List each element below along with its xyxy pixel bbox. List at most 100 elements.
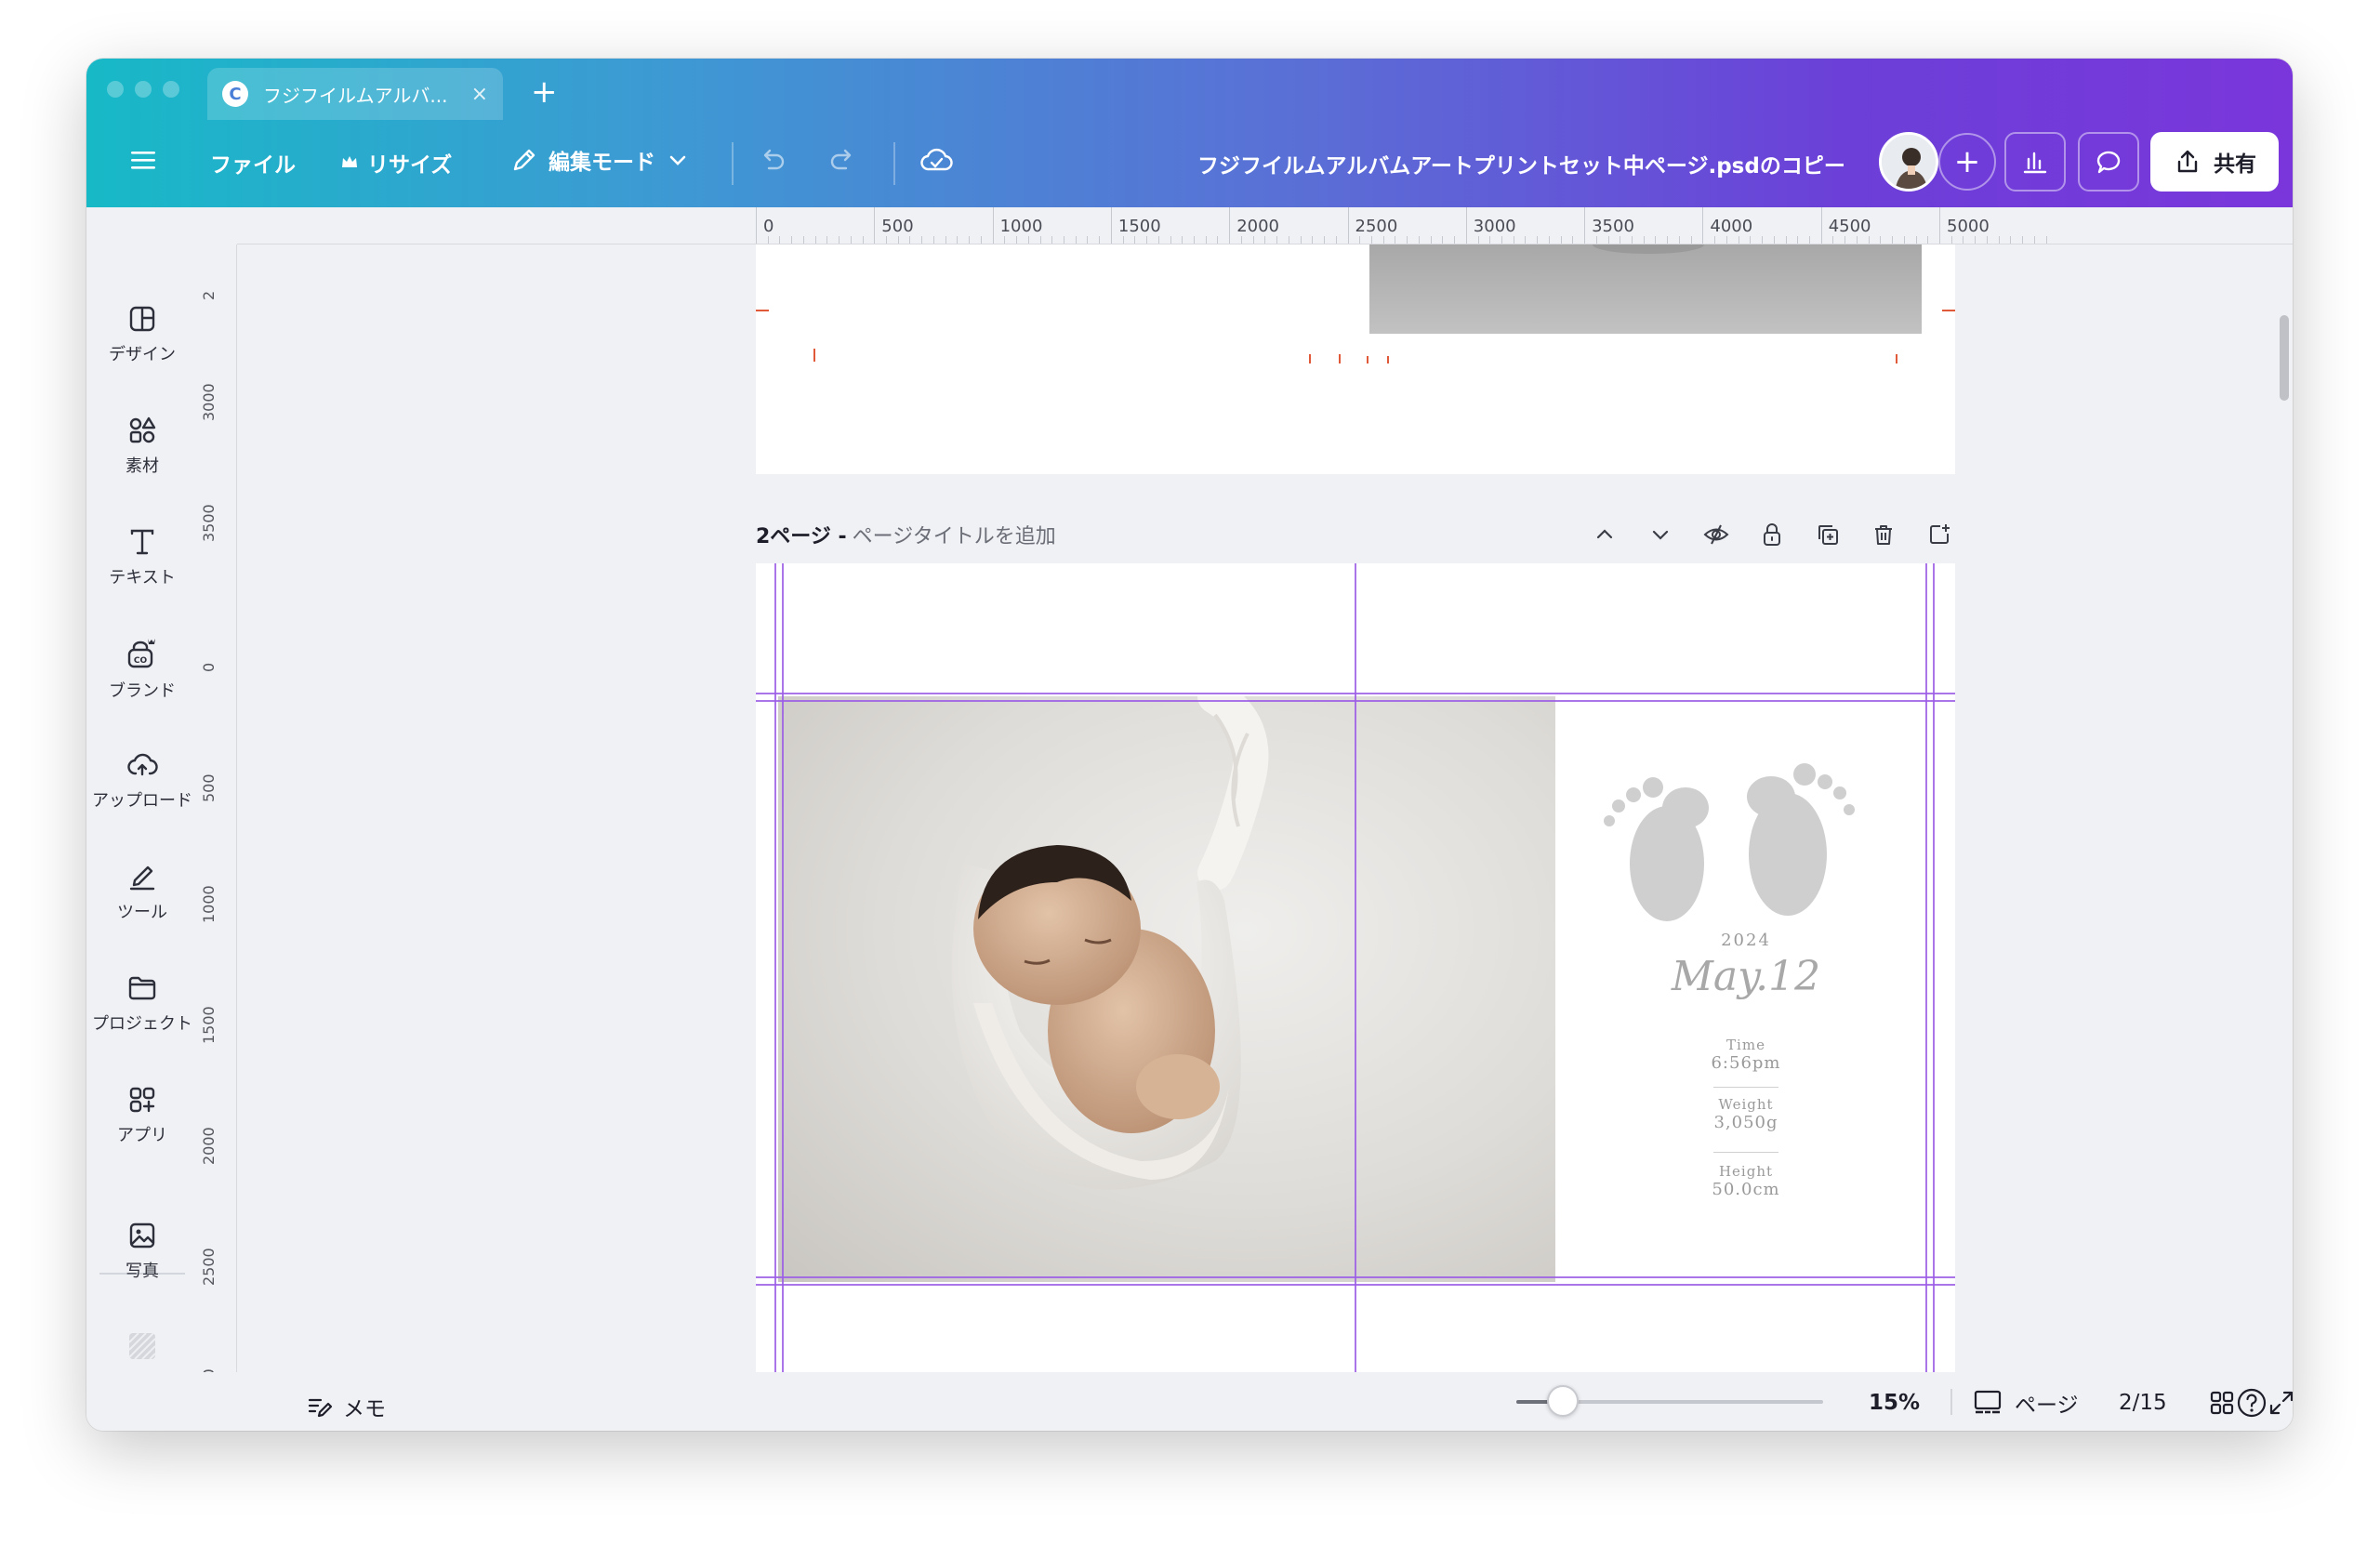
fullscreen-button[interactable] <box>2266 1387 2293 1419</box>
ruler-label: 5000 <box>1947 217 1990 236</box>
redo-button[interactable] <box>827 144 859 176</box>
ruler-tick <box>1110 207 1112 244</box>
duplicate-page-button[interactable] <box>1812 519 1844 550</box>
page-1[interactable] <box>756 244 1955 474</box>
ruler-minor-tick <box>1773 236 1775 244</box>
share-label: 共有 <box>2214 152 2256 177</box>
ruler-minor-tick <box>791 236 793 244</box>
ruler-tick <box>756 207 757 244</box>
crown-icon <box>342 156 357 167</box>
notes-button[interactable]: メモ <box>306 1391 386 1422</box>
sidebar-item-apps[interactable]: アプリ <box>86 1083 198 1146</box>
window-minimize-button[interactable] <box>135 81 152 98</box>
file-menu-button[interactable]: ファイル <box>210 147 296 178</box>
page-2[interactable]: 2024 May.12 Time 6:56pm Weight 3,050g He… <box>756 563 1955 1397</box>
main-menu-button[interactable] <box>127 144 159 176</box>
share-button[interactable]: 共有 <box>2150 132 2279 192</box>
ruler-label: 3500 <box>200 504 218 542</box>
ruler-minor-tick <box>1607 236 1609 244</box>
ruler-tick <box>1347 207 1349 244</box>
cloud-save-status-button[interactable] <box>919 144 954 176</box>
pages-view-button[interactable]: ページ <box>1972 1387 2079 1419</box>
zoom-level[interactable]: 15% <box>1869 1391 1920 1415</box>
ruler-minor-tick <box>862 236 864 244</box>
sidebar-item-tools[interactable]: ツール <box>86 860 198 923</box>
page1-photo-element[interactable] <box>1369 244 1922 334</box>
sidebar-item-brand[interactable]: CO ブランド <box>86 635 198 702</box>
ruler-minor-tick <box>957 236 959 244</box>
ruler-minor-tick <box>1442 236 1444 244</box>
resize-button[interactable]: リサイズ <box>339 147 452 178</box>
browser-tab[interactable]: C フジフイルムアルバ... × <box>207 68 503 120</box>
newborn-photo-element[interactable] <box>778 696 1555 1282</box>
ruler-minor-tick <box>1252 236 1254 244</box>
move-page-down-button[interactable] <box>1645 519 1676 550</box>
sidebar-item-photos[interactable]: 写真 <box>86 1219 198 1282</box>
user-avatar[interactable] <box>1879 132 1938 192</box>
ruler-minor-tick <box>826 236 828 244</box>
move-page-up-button[interactable] <box>1589 519 1620 550</box>
left-sidebar: デザイン 素材 テキスト CO ブランド アップロード ツール プロジェクト ア… <box>86 207 198 1431</box>
ruler-minor-tick <box>767 236 769 244</box>
ruler-tick <box>1820 207 1822 244</box>
guide-line-vertical <box>1355 563 1356 1397</box>
ruler-minor-tick <box>1205 236 1207 244</box>
zoom-slider-thumb[interactable] <box>1546 1385 1579 1417</box>
ruler-label: 1000 <box>200 885 218 923</box>
add-page-button[interactable] <box>1924 519 1955 550</box>
ruler-minor-tick <box>1477 236 1479 244</box>
grid-view-icon <box>2210 1391 2234 1415</box>
ruler-minor-tick <box>1430 236 1432 244</box>
sidebar-item-design[interactable]: デザイン <box>86 302 198 365</box>
app-window: C フジフイルムアルバ... × + ファイル リサイズ 編集モード フジフイル… <box>86 59 2293 1431</box>
design-canvas[interactable]: 2ページ - ページタイトルを追加 2024 May.12 Time 6:56p… <box>237 244 2293 1397</box>
photo-icon <box>129 1222 155 1249</box>
sidebar-item-text[interactable]: テキスト <box>86 525 198 588</box>
hide-page-button[interactable] <box>1700 519 1732 550</box>
ruler-minor-tick <box>1075 236 1077 244</box>
texture-pattern-icon <box>128 1332 156 1360</box>
sidebar-item-projects[interactable]: プロジェクト <box>86 971 198 1035</box>
delete-page-button[interactable] <box>1868 519 1899 550</box>
page-title-input[interactable]: ページタイトルを追加 <box>853 520 1056 549</box>
vertical-scrollbar[interactable] <box>2280 315 2289 401</box>
sidebar-item-uploads[interactable]: アップロード <box>86 748 198 812</box>
edit-mode-dropdown[interactable]: 編集モード <box>509 144 689 176</box>
sidebar-item-more[interactable] <box>86 1330 198 1362</box>
grid-view-button[interactable] <box>2206 1387 2238 1419</box>
info-value: 50.0cm <box>1712 1180 1780 1199</box>
crop-mark <box>813 349 815 362</box>
ruler-minor-tick <box>1762 236 1764 244</box>
insights-button[interactable] <box>2004 132 2066 192</box>
hamburger-icon <box>131 152 155 169</box>
apps-grid-icon <box>129 1087 155 1113</box>
window-close-button[interactable] <box>107 81 124 98</box>
ruler-minor-tick <box>1560 236 1562 244</box>
window-zoom-button[interactable] <box>163 81 179 98</box>
sidebar-item-elements[interactable]: 素材 <box>86 414 198 477</box>
comments-button[interactable] <box>2078 132 2139 192</box>
add-collaborator-button[interactable]: + <box>1938 133 1996 191</box>
duplicate-icon <box>1818 525 1838 545</box>
help-button[interactable] <box>2236 1387 2268 1419</box>
pages-icon <box>1974 1390 2002 1414</box>
ruler-minor-tick <box>1370 236 1372 244</box>
new-tab-button[interactable]: + <box>531 73 558 111</box>
ruler-minor-tick <box>1454 236 1456 244</box>
birth-info-panel[interactable]: 2024 May.12 Time 6:56pm Weight 3,050g He… <box>1555 696 1937 1282</box>
undo-button[interactable] <box>756 144 787 176</box>
lock-page-button[interactable] <box>1756 519 1788 550</box>
ruler-minor-tick <box>2010 236 2012 244</box>
sidebar-item-label: プロジェクト <box>92 1014 192 1034</box>
svg-text:CO: CO <box>134 656 148 666</box>
ruler-minor-tick <box>2045 236 2047 244</box>
ruler-minor-tick <box>1418 236 1420 244</box>
document-title[interactable]: フジフイルムアルバムアートプリントセット中ページ.psdのコピー <box>1197 148 1845 179</box>
page-actions <box>1589 516 1955 553</box>
sidebar-item-label: アプリ <box>117 1126 167 1145</box>
tab-close-button[interactable]: × <box>471 83 488 106</box>
page-counter: 2/15 <box>2119 1391 2167 1415</box>
cloud-check-icon <box>920 148 953 171</box>
ruler-minor-tick <box>1797 236 1799 244</box>
folder-icon <box>128 976 156 1000</box>
